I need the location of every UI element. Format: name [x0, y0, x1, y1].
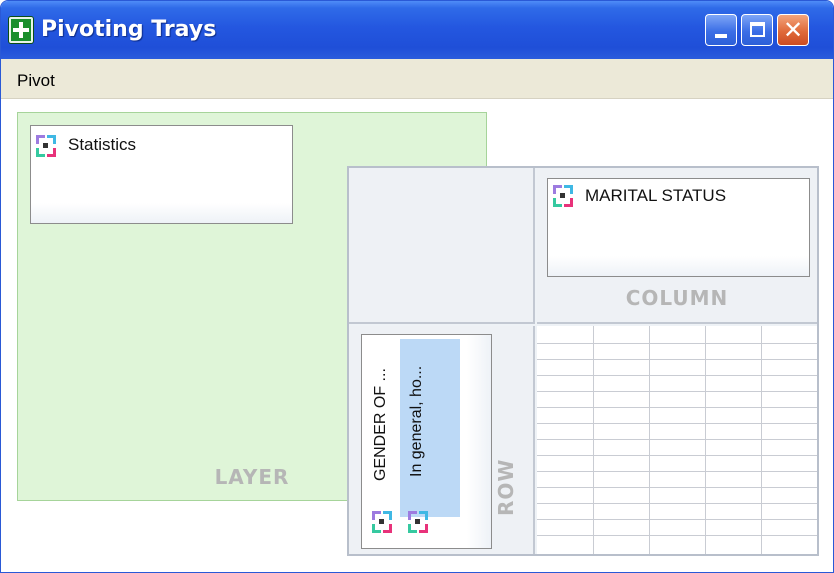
row-tray[interactable]: GENDER OF ... In general, ho... ROW [349, 326, 535, 554]
variable-icon[interactable] [553, 185, 573, 207]
box-shading [31, 203, 292, 223]
maximize-icon [750, 22, 765, 37]
column-tray[interactable]: MARITAL STATUS COLUMN [537, 168, 817, 324]
pivoting-trays-window: Pivoting Trays ✕ Pivot Statistics LAYER [0, 0, 834, 573]
variable-icon [408, 511, 428, 533]
row-tray-title: ROW [494, 458, 518, 516]
row-item-gender-label: GENDER OF ... [372, 368, 389, 481]
row-item-in-general-label: In general, ho... [408, 365, 425, 477]
row-items-box[interactable]: GENDER OF ... In general, ho... [361, 334, 492, 549]
minimize-button[interactable] [705, 14, 737, 46]
variable-icon [372, 511, 392, 533]
pivot-tray-panel: MARITAL STATUS COLUMN GENDER OF ... In g… [347, 166, 819, 556]
layer-items-box[interactable]: Statistics [30, 125, 293, 224]
title-bar[interactable]: Pivoting Trays ✕ [1, 1, 833, 59]
window-title: Pivoting Trays [41, 17, 217, 42]
corner-cell [349, 168, 535, 324]
column-items-box[interactable]: MARITAL STATUS [547, 178, 810, 277]
minimize-icon [715, 34, 727, 38]
menu-pivot[interactable]: Pivot [17, 71, 55, 91]
column-item-marital-status[interactable]: MARITAL STATUS [585, 186, 726, 206]
variable-icon[interactable] [36, 135, 56, 157]
layer-item-statistics[interactable]: Statistics [68, 135, 136, 155]
menu-bar: Pivot [1, 59, 833, 99]
column-tray-title: COLUMN [625, 286, 729, 310]
pivot-trays-area: Statistics LAYER MARITAL STATUS COLUMN G… [1, 99, 833, 572]
row-item-in-general[interactable]: In general, ho... [400, 339, 460, 517]
box-shading [467, 335, 491, 548]
app-icon [9, 17, 33, 43]
row-item-gender[interactable]: GENDER OF ... [366, 339, 398, 541]
data-grid-preview [537, 326, 817, 554]
close-button[interactable]: ✕ [777, 14, 809, 46]
maximize-button[interactable] [741, 14, 773, 46]
close-icon: ✕ [782, 16, 804, 44]
box-shading [548, 256, 809, 276]
